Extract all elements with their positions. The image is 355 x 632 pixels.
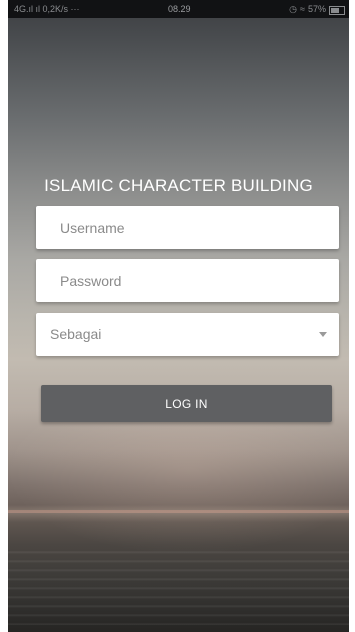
login-screen: 4G.ıl ıl 0,2K/s ··· 08.29 ◷ ≈ 57% ISLAMI… bbox=[8, 0, 349, 632]
status-icons: ◷ ≈ 57% bbox=[289, 0, 345, 18]
role-select[interactable]: Sebagai bbox=[36, 313, 339, 356]
network-status: 4G.ıl ıl 0,2K/s ··· bbox=[14, 4, 80, 14]
sea-waves bbox=[8, 545, 349, 625]
login-button[interactable]: LOG IN bbox=[41, 385, 332, 422]
password-input[interactable] bbox=[36, 259, 339, 302]
dropdown-caret-icon bbox=[319, 332, 327, 337]
battery-percent: 57% bbox=[307, 4, 326, 14]
app-title: ISLAMIC CHARACTER BUILDING bbox=[44, 176, 313, 195]
username-field[interactable] bbox=[36, 206, 339, 249]
alarm-icon: ◷ bbox=[289, 4, 298, 14]
status-bar: 4G.ıl ıl 0,2K/s ··· 08.29 ◷ ≈ 57% bbox=[8, 0, 349, 18]
battery-icon bbox=[329, 5, 345, 15]
role-select-value: Sebagai bbox=[50, 326, 102, 342]
username-input[interactable] bbox=[36, 206, 339, 249]
clock: 08.29 bbox=[168, 4, 191, 14]
horizon-line bbox=[8, 510, 349, 513]
wifi-icon: ≈ bbox=[300, 4, 305, 14]
password-field[interactable] bbox=[36, 259, 339, 302]
